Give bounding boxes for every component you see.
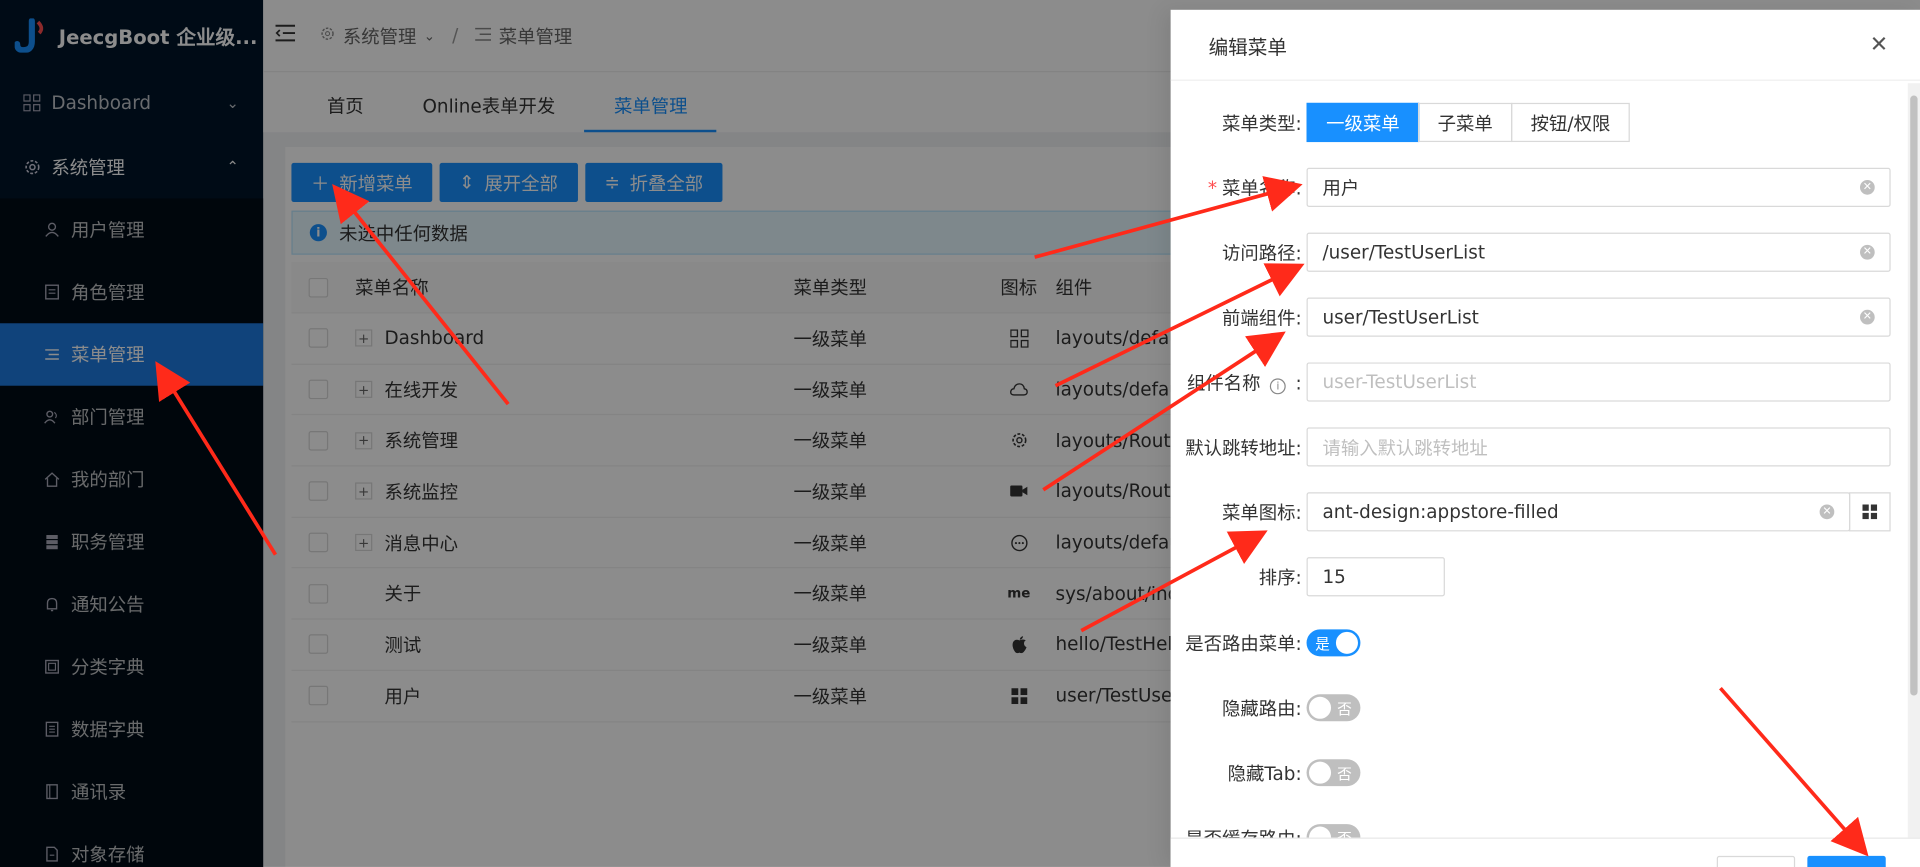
icon-input[interactable]: ant-design:appstore-filled ✕ bbox=[1306, 492, 1851, 532]
sort-input[interactable]: 15 bbox=[1306, 557, 1445, 597]
hidden-tab-switch[interactable]: 否 bbox=[1306, 759, 1361, 787]
field-label: 是否路由菜单: bbox=[1185, 632, 1302, 655]
field-menu-type: 菜单类型: 一级菜单 子菜单 按钮/权限 bbox=[1171, 102, 1906, 143]
path-input[interactable]: /user/TestUserList ✕ bbox=[1306, 232, 1891, 272]
input-value: 用户 bbox=[1322, 176, 1360, 199]
drawer-scrollbar[interactable] bbox=[1907, 83, 1920, 843]
clear-icon[interactable]: ✕ bbox=[1819, 504, 1835, 520]
is-route-switch[interactable]: 是 bbox=[1306, 629, 1361, 657]
field-redirect: 默认跳转地址: 请输入默认跳转地址 bbox=[1171, 427, 1906, 467]
field-label: 前端组件: bbox=[1221, 306, 1302, 329]
switch-text: 否 bbox=[1337, 764, 1352, 782]
drawer-footer bbox=[1170, 837, 1920, 867]
input-value: /user/TestUserList bbox=[1322, 241, 1486, 264]
drawer-header: 编辑菜单 ✕ bbox=[1170, 10, 1920, 81]
icon-picker-button[interactable] bbox=[1848, 492, 1891, 532]
input-placeholder: 请输入默认跳转地址 bbox=[1322, 436, 1488, 459]
input-value: ant-design:appstore-filled bbox=[1322, 500, 1559, 523]
info-circle-icon[interactable]: i bbox=[1269, 378, 1286, 395]
component-name-input[interactable]: user-TestUserList bbox=[1306, 362, 1891, 402]
clear-icon[interactable]: ✕ bbox=[1860, 180, 1875, 195]
switch-text: 否 bbox=[1337, 699, 1352, 717]
field-label: 隐藏路由: bbox=[1221, 697, 1302, 720]
field-hidden-route: 隐藏路由: 否 bbox=[1171, 694, 1906, 722]
field-icon: 菜单图标: ant-design:appstore-filled ✕ bbox=[1171, 492, 1906, 532]
field-label: 隐藏Tab: bbox=[1227, 762, 1302, 785]
clear-icon[interactable]: ✕ bbox=[1860, 244, 1875, 260]
field-menu-name: * 菜单名称: 用户 ✕ bbox=[1171, 167, 1906, 207]
field-label: 默认跳转地址: bbox=[1185, 436, 1302, 459]
close-icon[interactable]: ✕ bbox=[1870, 32, 1888, 58]
field-label-colon: : bbox=[1295, 371, 1302, 394]
field-label: 菜单类型: bbox=[1221, 112, 1302, 135]
menu-name-input[interactable]: 用户 ✕ bbox=[1306, 167, 1891, 207]
field-label: 菜单图标: bbox=[1221, 501, 1302, 524]
switch-text: 是 bbox=[1315, 634, 1330, 653]
field-component: 前端组件: user/TestUserList ✕ bbox=[1171, 297, 1906, 337]
field-is-route: 是否路由菜单: 是 bbox=[1171, 629, 1906, 657]
clear-icon[interactable]: ✕ bbox=[1860, 309, 1875, 325]
field-label: 排序: bbox=[1258, 566, 1302, 589]
component-input[interactable]: user/TestUserList ✕ bbox=[1306, 297, 1891, 337]
menu-type-option-button[interactable]: 按钮/权限 bbox=[1511, 102, 1630, 143]
input-placeholder: user-TestUserList bbox=[1322, 371, 1477, 394]
menu-type-radio-group: 一级菜单 子菜单 按钮/权限 bbox=[1306, 102, 1630, 143]
appstore-filled-icon bbox=[1862, 504, 1878, 520]
cancel-button[interactable] bbox=[1716, 855, 1796, 867]
menu-type-option-top[interactable]: 一级菜单 bbox=[1306, 102, 1420, 143]
drawer-title: 编辑菜单 bbox=[1208, 34, 1287, 59]
menu-type-option-sub[interactable]: 子菜单 bbox=[1417, 102, 1513, 143]
field-path: 访问路径: /user/TestUserList ✕ bbox=[1171, 232, 1906, 272]
field-label: 访问路径: bbox=[1221, 241, 1302, 264]
field-hidden-tab: 隐藏Tab: 否 bbox=[1171, 759, 1906, 787]
redirect-input[interactable]: 请输入默认跳转地址 bbox=[1306, 427, 1891, 467]
input-value: 15 bbox=[1322, 565, 1346, 588]
input-value: user/TestUserList bbox=[1322, 306, 1479, 329]
confirm-button[interactable] bbox=[1807, 855, 1886, 867]
required-mark: * bbox=[1207, 176, 1218, 199]
field-label: 组件名称 bbox=[1186, 371, 1261, 394]
hidden-route-switch[interactable]: 否 bbox=[1306, 694, 1361, 722]
field-sort: 排序: 15 bbox=[1171, 557, 1906, 597]
field-label: 菜单名称: bbox=[1221, 176, 1302, 199]
field-component-name: 组件名称 i : user-TestUserList bbox=[1171, 362, 1906, 402]
edit-menu-drawer: 编辑菜单 ✕ 菜单类型: 一级菜单 子菜单 按钮/权限 *菜单名称: 用户 ✕ bbox=[1170, 9, 1920, 867]
